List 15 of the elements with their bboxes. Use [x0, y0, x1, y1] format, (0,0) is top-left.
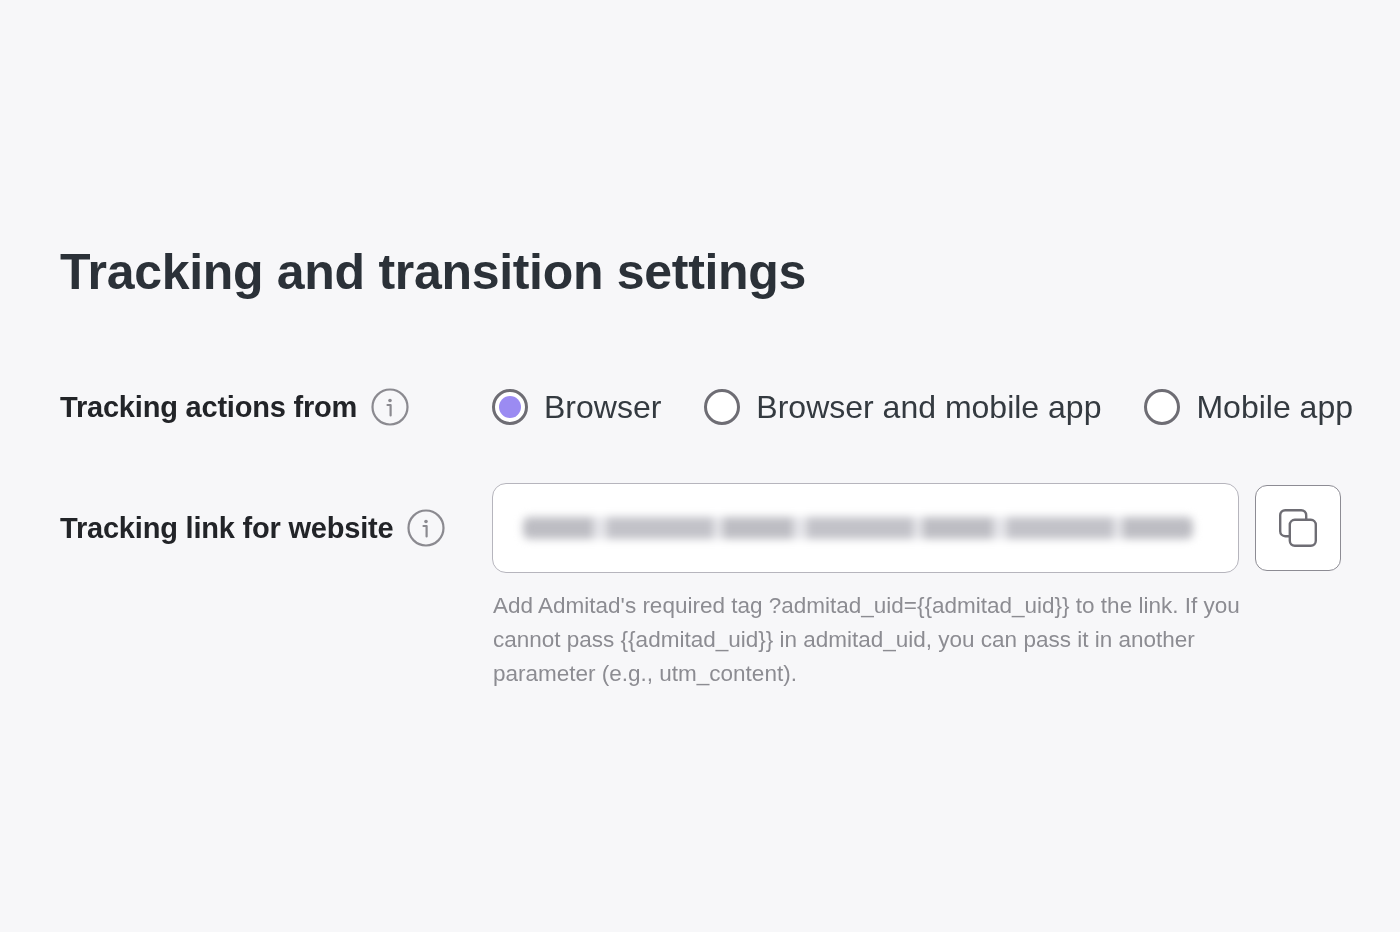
radio-icon[interactable] — [492, 389, 528, 425]
radio-icon[interactable] — [704, 389, 741, 425]
radio-option[interactable]: Browser — [492, 388, 662, 426]
link-input-field[interactable] — [492, 483, 1239, 573]
radio-option[interactable]: Browser and mobile app — [704, 388, 1102, 426]
radio-option[interactable]: Mobile app — [1144, 388, 1353, 426]
field-label: Tracking link for website — [60, 511, 394, 545]
copy-button[interactable] — [1255, 485, 1341, 571]
radio-icon[interactable] — [1144, 389, 1181, 425]
field-label: Tracking actions from — [60, 390, 358, 424]
page-title: Tracking and transition settings — [60, 243, 808, 302]
info-icon[interactable] — [371, 388, 410, 426]
hint-text: Add Admitad's required tag ?admitad_uid={{admitad_uid}} to the link. If you cannot pass {{admitad_uid}} in admitad_uid, you can pass it in another parameter (e.g., utm_content). — [493, 592, 1241, 688]
info-icon[interactable] — [407, 509, 446, 547]
copy-icon — [1279, 509, 1317, 547]
